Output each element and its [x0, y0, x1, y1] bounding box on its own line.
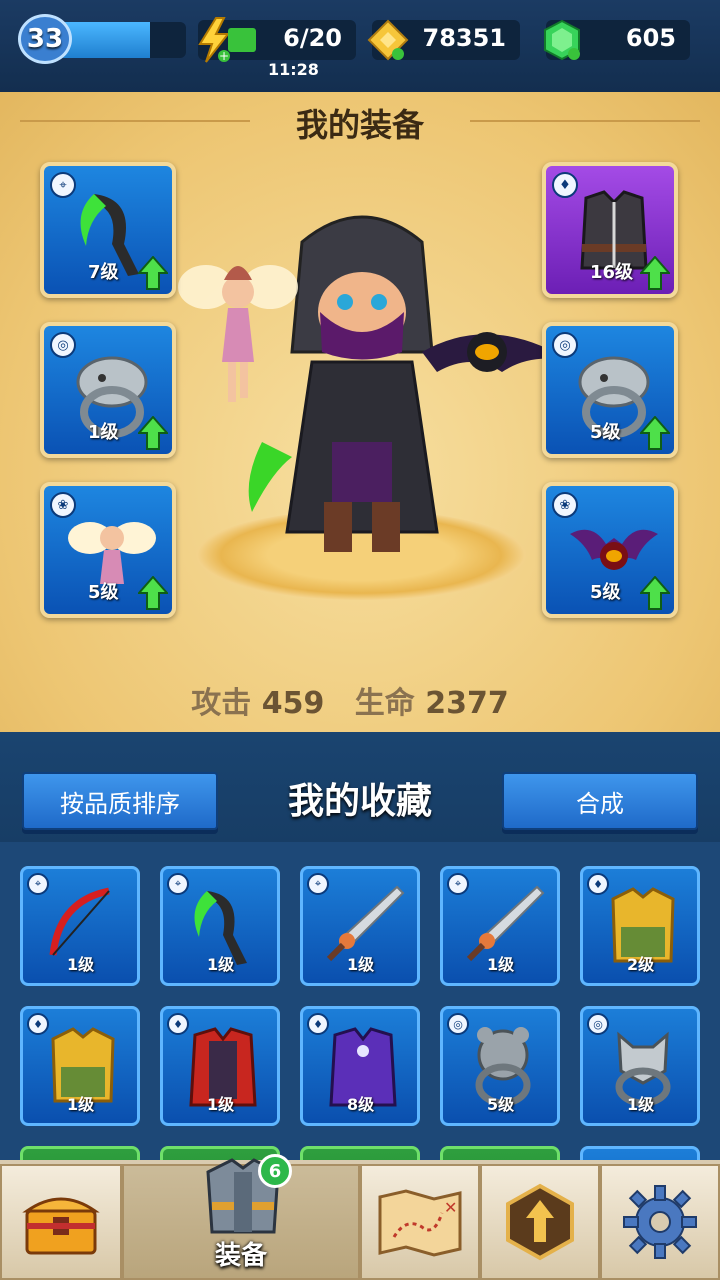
item-level: 1级 — [67, 955, 95, 974]
energy-timer: 11:28 — [268, 60, 319, 79]
upgrade-arrow-icon — [640, 576, 670, 610]
nav-tab-shop[interactable] — [0, 1164, 122, 1280]
collection-item[interactable]: ◎ 5级 — [440, 1006, 560, 1126]
item-level: 5级 — [487, 1095, 515, 1114]
fairy-companion — [178, 265, 298, 402]
nav-tab-equipment[interactable]: 6 装备 — [122, 1154, 360, 1280]
svg-text:✕: ✕ — [444, 1198, 457, 1217]
merge-button[interactable]: 合成 — [502, 772, 698, 830]
equipment-badge: 6 — [258, 1154, 292, 1188]
equip-slot-ring-1[interactable]: ◎ 1级 — [40, 322, 176, 458]
collection-item[interactable]: ◎ 1级 — [580, 1006, 700, 1126]
collection-title: 我的收藏 — [287, 781, 432, 822]
upgrade-arrow-icon — [138, 416, 168, 450]
hero-stats: 攻击 459 生命 2377 — [0, 678, 720, 722]
slot-level: 5级 — [590, 422, 621, 443]
collection-item[interactable]: ⌖ 1级 — [20, 866, 140, 986]
gem-counter[interactable]: 605 — [544, 19, 690, 61]
upgrade-arrow-icon — [640, 416, 670, 450]
upgrade-arrow-icon — [138, 256, 168, 290]
nav-tab-settings[interactable] — [600, 1164, 720, 1280]
nav-tab-upgrade[interactable] — [480, 1164, 600, 1280]
gold-counter[interactable]: 78351 — [367, 19, 520, 61]
energy-counter[interactable]: + 6/20 — [198, 17, 356, 63]
map-icon: ✕ — [378, 1189, 462, 1257]
upgrade-arrow-icon — [640, 256, 670, 290]
hp-label: 生命 — [354, 686, 415, 721]
item-level: 1级 — [207, 955, 235, 974]
collection-item[interactable]: ♦ 1级 — [160, 1006, 280, 1126]
item-level: 2级 — [627, 955, 655, 974]
collection-item[interactable]: ♦ 2级 — [580, 866, 700, 986]
slot-level: 5级 — [590, 582, 621, 603]
collection-item[interactable] — [580, 1146, 700, 1160]
equipment-title: 我的装备 — [295, 106, 424, 144]
equip-slot-ring-2[interactable]: ◎ 5级 — [542, 322, 678, 458]
item-level: 1级 — [347, 955, 375, 974]
collection-item[interactable]: ⌖ 1级 — [300, 866, 420, 986]
slot-level: 1级 — [88, 422, 119, 443]
treasure-chest-icon — [22, 1197, 100, 1255]
energy-value: 6/20 — [283, 24, 342, 52]
gem-value: 605 — [625, 24, 676, 52]
slot-level: 7级 — [88, 262, 119, 283]
collection-item[interactable] — [20, 1146, 140, 1160]
hp-value: 2377 — [425, 686, 509, 721]
collection-item[interactable] — [440, 1146, 560, 1160]
attack-value: 459 — [261, 686, 325, 721]
collection-item[interactable]: ⌖ 1级 — [440, 866, 560, 986]
gear-icon — [623, 1185, 697, 1259]
equipment-panel: 我的装备 ⌖ 7级 ◎ 1级 ❀ 5级 ♦ 16级 ◎ 5级 ❀ 5级 攻击 4… — [0, 92, 720, 732]
green-gem-icon — [538, 14, 586, 66]
item-level: 8级 — [347, 1095, 375, 1114]
upgrade-arrow-icon — [138, 576, 168, 610]
energy-fill — [228, 28, 256, 52]
collection-item[interactable]: ⌖ 1级 — [160, 866, 280, 986]
collection-header: 按品质排序 我的收藏 合成 — [0, 732, 720, 842]
upgrade-arrow-icon — [506, 1183, 574, 1261]
item-level: 1级 — [487, 955, 515, 974]
nav-tab-label: 装备 — [214, 1241, 267, 1271]
equip-slot-weapon[interactable]: ⌖ 7级 — [40, 162, 176, 298]
item-level: 1级 — [627, 1095, 655, 1114]
top-resource-bar: 33 + 6/20 11:28 78351 605 — [0, 0, 720, 92]
item-level: 1级 — [207, 1095, 235, 1114]
equip-slot-pet-1[interactable]: ❀ 5级 — [40, 482, 176, 618]
sort-by-quality-button[interactable]: 按品质排序 — [22, 772, 218, 830]
item-level: 1级 — [67, 1095, 95, 1114]
gold-wings-icon — [364, 14, 412, 66]
gold-value: 78351 — [422, 24, 507, 52]
collection-item[interactable]: ♦ 1级 — [20, 1006, 140, 1126]
svg-text:+: + — [219, 49, 229, 63]
xp-bar — [58, 22, 186, 58]
slot-level: 5级 — [88, 582, 119, 603]
collection-item[interactable]: ♦ 8级 — [300, 1006, 420, 1126]
equip-slot-pet-2[interactable]: ❀ 5级 — [542, 482, 678, 618]
slot-level: 16级 — [590, 262, 634, 283]
player-level-badge[interactable]: 33 — [18, 14, 72, 64]
bottom-nav: 6 装备 ✕ — [0, 1154, 720, 1280]
collection-item[interactable] — [300, 1146, 420, 1160]
attack-label: 攻击 — [191, 686, 252, 721]
equip-slot-armor[interactable]: ♦ 16级 — [542, 162, 678, 298]
collection-grid: ⌖ 1级 ⌖ 1级 ⌖ 1级 ⌖ 1级 ♦ 2级 ♦ 1级 ♦ 1级 ♦ 8级 … — [0, 842, 720, 1160]
nav-tab-map[interactable]: ✕ — [360, 1164, 480, 1280]
